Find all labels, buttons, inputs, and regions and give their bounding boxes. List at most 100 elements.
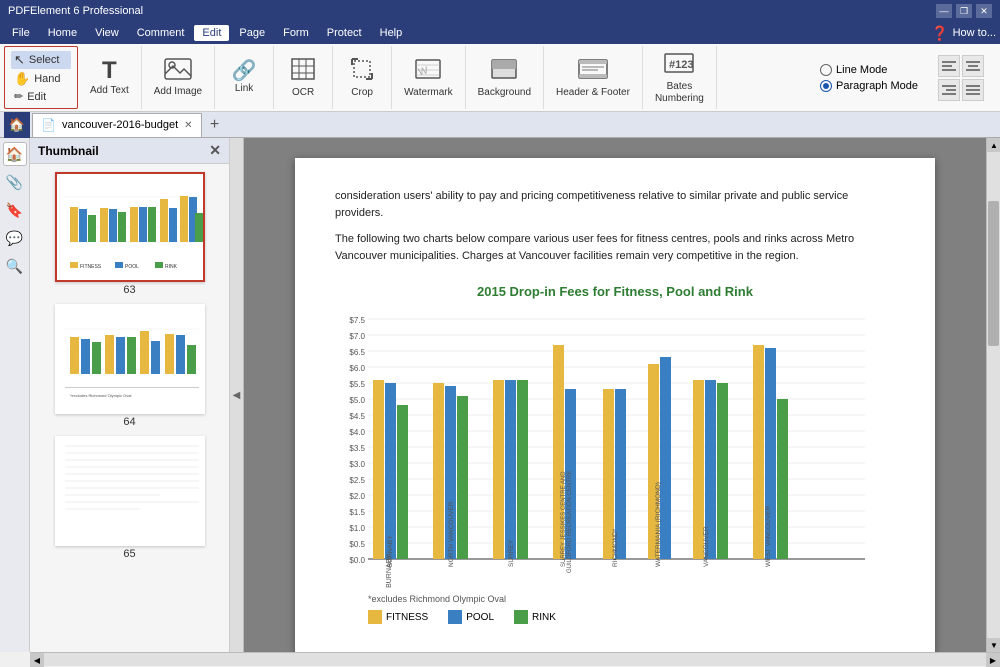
hand-tool[interactable]: ✋ Hand [11, 70, 71, 88]
new-tab-button[interactable]: + [204, 114, 226, 136]
add-image-icon [164, 58, 192, 84]
svg-text:BURNABY: BURNABY [387, 535, 394, 567]
menu-home[interactable]: Home [40, 25, 85, 41]
scroll-up-button[interactable]: ▲ [987, 138, 1000, 152]
menu-comment[interactable]: Comment [129, 25, 193, 41]
h-scroll-track[interactable] [44, 653, 986, 666]
justify-button[interactable] [962, 79, 984, 101]
menu-form[interactable]: Form [275, 25, 317, 41]
menu-protect[interactable]: Protect [319, 25, 370, 41]
add-text-button[interactable]: T Add Text [82, 50, 137, 106]
chart-container: 2015 Drop-in Fees for Fitness, Pool and … [335, 284, 895, 624]
menu-file[interactable]: File [4, 25, 38, 41]
align-center-button[interactable] [962, 55, 984, 77]
header-footer-button[interactable]: Header & Footer [548, 50, 638, 106]
menu-page[interactable]: Page [231, 25, 273, 41]
svg-text:$2.5: $2.5 [349, 476, 365, 485]
scroll-thumb[interactable] [988, 201, 999, 347]
watermark-icon: W [415, 57, 441, 85]
scroll-down-button[interactable]: ▼ [987, 638, 1000, 652]
svg-text:$5.0: $5.0 [349, 396, 365, 405]
minimize-button[interactable]: — [936, 4, 952, 18]
vertical-scrollbar[interactable]: ▲ ▼ [986, 138, 1000, 652]
line-mode-option[interactable]: Line Mode [820, 64, 918, 76]
thumbnail-list: FITNESS POOL RINK 63 [30, 164, 229, 652]
thumbnail-header: Thumbnail ✕ [30, 138, 229, 164]
scroll-track[interactable] [987, 152, 1000, 638]
header-footer-group: Header & Footer [544, 46, 643, 109]
tab-bar: 🏠 📄 vancouver-2016-budget ✕ + [0, 112, 1000, 138]
active-tab[interactable]: 📄 vancouver-2016-budget ✕ [32, 113, 202, 137]
add-image-button[interactable]: Add Image [146, 50, 210, 106]
scroll-left-button[interactable]: ◀ [30, 653, 44, 667]
menu-edit[interactable]: Edit [194, 25, 229, 41]
watermark-button[interactable]: W Watermark [396, 50, 461, 106]
thumb-image-65 [55, 436, 205, 546]
tab-close-button[interactable]: ✕ [184, 120, 192, 131]
svg-text:W: W [418, 65, 431, 78]
svg-text:RINK: RINK [165, 264, 178, 270]
sidebar-search-icon[interactable]: 🔍 [3, 254, 27, 278]
thumbnail-page-65[interactable]: 65 [55, 436, 205, 560]
background-group: Background [466, 46, 544, 109]
ocr-button[interactable]: OCR [278, 50, 328, 106]
thumbnail-page-63[interactable]: FITNESS POOL RINK 63 [55, 172, 205, 296]
svg-text:$4.5: $4.5 [349, 412, 365, 421]
crop-icon [350, 57, 374, 85]
svg-text:$7.5: $7.5 [349, 316, 365, 325]
legend-rink: RINK [514, 610, 556, 624]
thumbnail-page-64[interactable]: *excludes Richmond Olympic Oval 64 [55, 304, 205, 428]
menu-help[interactable]: Help [372, 25, 411, 41]
restore-button[interactable]: ❐ [956, 4, 972, 18]
svg-text:$1.0: $1.0 [349, 524, 365, 533]
menu-view[interactable]: View [87, 25, 127, 41]
title-bar-controls: — ❐ ✕ [936, 4, 992, 18]
svg-text:#123: #123 [669, 59, 693, 71]
pdf-area[interactable]: consideration users' ability to pay and … [244, 138, 986, 652]
how-to[interactable]: ❓ How to... [931, 25, 996, 42]
chart-title: 2015 Drop-in Fees for Fitness, Pool and … [335, 284, 895, 299]
home-button[interactable]: 🏠 [4, 112, 30, 138]
horizontal-scrollbar[interactable]: ◀ ▶ [30, 652, 1000, 666]
line-mode-radio[interactable] [820, 64, 832, 76]
panel-collapse-handle[interactable]: ◀ [230, 138, 244, 652]
paragraph-mode-option[interactable]: Paragraph Mode [820, 80, 918, 92]
bates-group: #123 BatesNumbering [643, 46, 717, 109]
header-footer-icon [578, 57, 608, 85]
legend-fitness: FITNESS [368, 610, 428, 624]
sidebar-thumbnail-icon[interactable]: 🏠 [3, 142, 27, 166]
scroll-right-button[interactable]: ▶ [986, 653, 1000, 667]
legend-pool: POOL [448, 610, 494, 624]
sidebar-comment-icon[interactable]: 💬 [3, 226, 27, 250]
add-text-icon: T [102, 59, 117, 83]
add-image-group: Add Image [142, 46, 215, 109]
svg-text:$4.0: $4.0 [349, 428, 365, 437]
link-button[interactable]: 🔗 Link [219, 50, 269, 106]
svg-text:$6.5: $6.5 [349, 348, 365, 357]
text-align-group [934, 53, 988, 103]
svg-text:WEST VANCOUVER: WEST VANCOUVER [765, 506, 772, 567]
edit-tool[interactable]: ✏ Edit [11, 89, 71, 104]
svg-text:$3.5: $3.5 [349, 444, 365, 453]
pool-color-swatch [448, 610, 462, 624]
background-icon [491, 57, 517, 85]
sidebar: 🏠 📎 🔖 💬 🔍 [0, 138, 30, 652]
thumbnail-close-button[interactable]: ✕ [209, 142, 221, 159]
thumb-image-63: FITNESS POOL RINK [55, 172, 205, 282]
crop-button[interactable]: Crop [337, 50, 387, 106]
close-button[interactable]: ✕ [976, 4, 992, 18]
align-left-button[interactable] [938, 55, 960, 77]
background-button[interactable]: Background [470, 50, 539, 106]
svg-text:$3.0: $3.0 [349, 460, 365, 469]
sidebar-bookmark-icon[interactable]: 🔖 [3, 198, 27, 222]
select-tool[interactable]: ↖ Select [11, 51, 71, 69]
paragraph-mode-radio[interactable] [820, 80, 832, 92]
bates-button[interactable]: #123 BatesNumbering [647, 50, 712, 106]
sidebar-attachment-icon[interactable]: 📎 [3, 170, 27, 194]
fitness-color-swatch [368, 610, 382, 624]
svg-text:FITNESS: FITNESS [80, 264, 102, 270]
pdf-page: consideration users' ability to pay and … [295, 158, 935, 652]
toolbar: ↖ Select ✋ Hand ✏ Edit T Add Text [0, 44, 1000, 112]
chart-note: *excludes Richmond Olympic Oval [368, 594, 895, 604]
align-right-button[interactable] [938, 79, 960, 101]
